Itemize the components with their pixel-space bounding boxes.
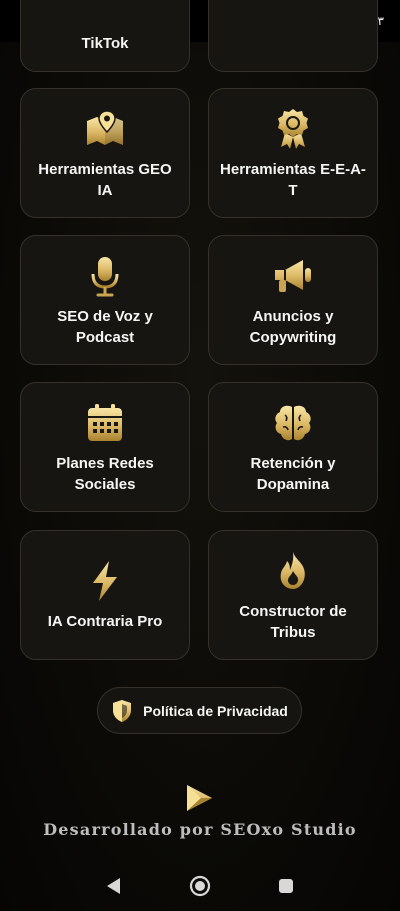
card-planes-redes[interactable]: Planes Redes Sociales [20, 382, 190, 512]
home-icon[interactable] [189, 875, 211, 897]
award-icon [278, 109, 308, 149]
card-label: Planes Redes Sociales [56, 455, 154, 493]
card-constructor-tribus[interactable]: Constructor de Tribus [208, 530, 378, 660]
navigation-bar [0, 862, 400, 911]
card-seo-de-voz[interactable]: SEO de Voz y Podcast [20, 235, 190, 365]
privacy-policy-label: Política de Privacidad [143, 702, 288, 719]
card-label: Constructor de Tribus [239, 603, 347, 641]
card-label: Herramientas GEO IA [38, 161, 172, 199]
card-retencion[interactable]: Retención y Dopamina [208, 382, 378, 512]
card-tiktok[interactable]: TikTok [20, 0, 190, 72]
footer-credit: Desarrollado por SEOxo Studio [43, 820, 357, 839]
card-label: Herramientas E-E-A-T [220, 161, 366, 199]
play-triangle-logo [187, 785, 212, 811]
card-herramientas-eeat[interactable]: Herramientas E-E-A-T [208, 88, 378, 218]
card-herramientas-geo-ia[interactable]: Herramientas GEO IA [20, 88, 190, 218]
recents-icon[interactable] [278, 878, 294, 894]
calendar-icon [88, 404, 122, 441]
microphone-icon [91, 257, 119, 297]
card-anuncios[interactable]: Anuncios y Copywriting [208, 235, 378, 365]
card-label: Retención y Dopamina [250, 455, 336, 493]
megaphone-icon [275, 260, 311, 292]
shield-icon [113, 699, 132, 722]
brain-icon [275, 405, 311, 441]
card-label: TikTok [81, 35, 129, 52]
privacy-policy-button[interactable]: Política de Privacidad [97, 687, 302, 734]
card-label: SEO de Voz y Podcast [57, 308, 153, 346]
map-icon [87, 110, 123, 145]
card-label: Anuncios y Copywriting [249, 308, 337, 346]
card-ia-contraria[interactable]: IA Contraria Pro [20, 530, 190, 660]
back-icon[interactable] [104, 876, 122, 896]
card-top-right[interactable] [208, 0, 378, 72]
lightning-icon [93, 561, 117, 601]
card-label: IA Contraria Pro [47, 613, 163, 630]
fire-icon [280, 552, 305, 589]
